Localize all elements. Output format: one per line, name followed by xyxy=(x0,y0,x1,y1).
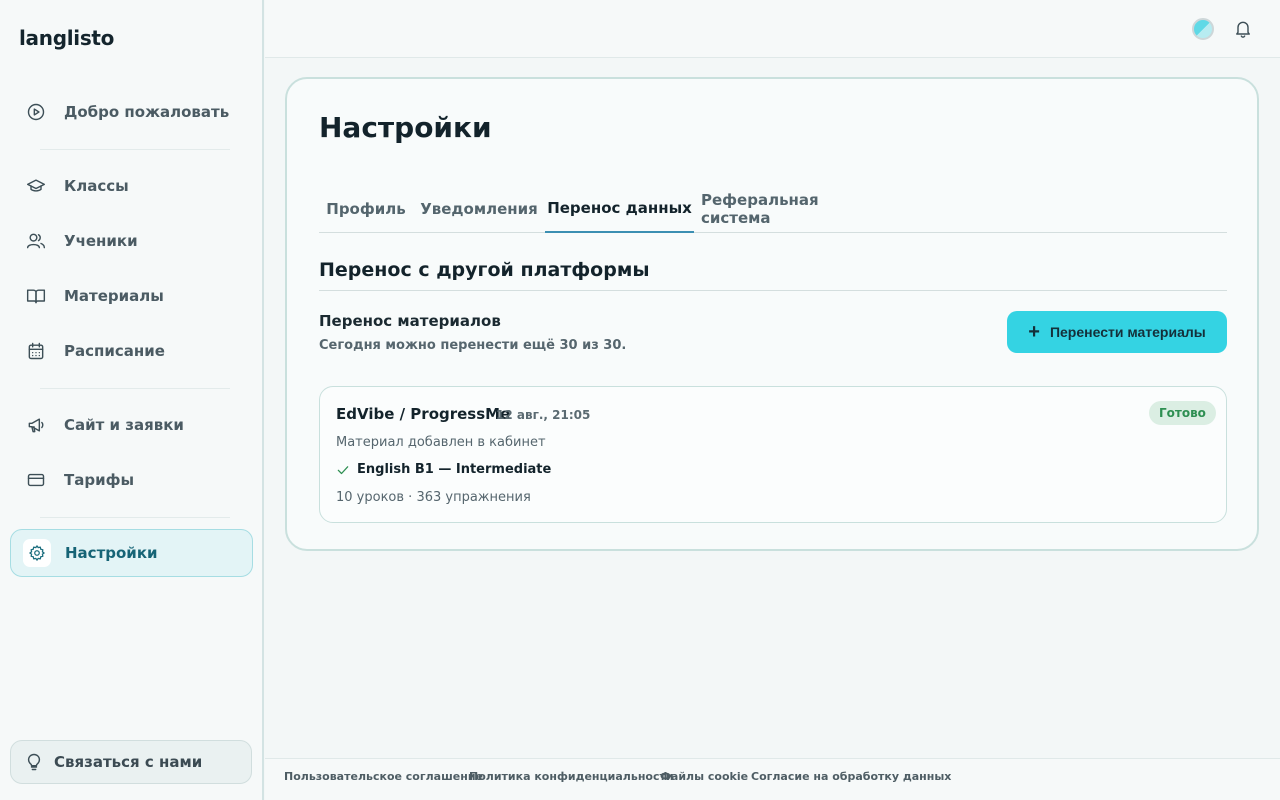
footer: Пользовательское соглашение Политика кон… xyxy=(265,758,1280,800)
contact-us-label: Связаться с нами xyxy=(54,753,203,771)
credit-card-icon xyxy=(12,470,60,490)
footer-link-cookies[interactable]: Файлы cookie xyxy=(660,770,748,783)
tab-referral[interactable]: Реферальная система xyxy=(701,185,885,233)
sidebar-item-tariffs[interactable]: Тарифы xyxy=(10,456,253,504)
sidebar-item-label: Сайт и заявки xyxy=(64,416,184,434)
lightbulb-icon xyxy=(27,753,41,771)
import-source-name: EdVibe / ProgressMe xyxy=(336,405,511,423)
import-date: 12 авг., 21:05 xyxy=(496,408,591,422)
sidebar-item-label: Расписание xyxy=(64,342,165,360)
app-logo[interactable]: langlisto xyxy=(19,26,114,50)
sidebar-item-welcome[interactable]: Добро пожаловать xyxy=(10,88,253,136)
contact-us-button[interactable]: Связаться с нами xyxy=(10,740,252,784)
avatar[interactable] xyxy=(1192,18,1214,40)
settings-tabs: Профиль Уведомления Перенос данных Рефер… xyxy=(319,185,1227,233)
settings-card: Настройки Профиль Уведомления Перенос да… xyxy=(285,77,1259,551)
sidebar-item-settings[interactable]: Настройки xyxy=(10,529,253,577)
transfer-materials-label: Перенести материалы xyxy=(1049,324,1206,340)
sidebar-item-materials[interactable]: Материалы xyxy=(10,272,253,320)
import-stats: 10 уроков · 363 упражнения xyxy=(336,490,531,505)
section-title: Перенос с другой платформы xyxy=(319,259,650,281)
sidebar: langlisto Добро пожаловать Классы Ученик… xyxy=(0,0,264,800)
plus-icon: + xyxy=(1028,321,1040,343)
sidebar-item-label: Материалы xyxy=(64,287,164,305)
top-bar xyxy=(265,0,1280,58)
tab-data-transfer[interactable]: Перенос данных xyxy=(545,185,694,233)
sidebar-item-label: Тарифы xyxy=(64,471,135,489)
sidebar-item-site[interactable]: Сайт и заявки xyxy=(10,401,253,449)
book-open-icon xyxy=(12,286,60,306)
tab-profile[interactable]: Профиль xyxy=(319,185,413,233)
transfer-title: Перенос материалов xyxy=(319,312,501,330)
import-message: Материал добавлен в кабинет xyxy=(336,435,546,450)
transfer-materials-button[interactable]: + Перенести материалы xyxy=(1007,311,1227,353)
check-icon xyxy=(337,465,349,474)
megaphone-icon xyxy=(12,415,60,435)
footer-link-user-agreement[interactable]: Пользовательское соглашение xyxy=(284,770,483,783)
status-badge: Готово xyxy=(1149,401,1216,425)
calendar-icon xyxy=(12,341,60,361)
gear-icon xyxy=(23,539,51,567)
sidebar-divider xyxy=(40,388,230,389)
play-circle-icon xyxy=(12,102,60,122)
sidebar-divider xyxy=(40,517,230,518)
sidebar-item-classes[interactable]: Классы xyxy=(10,162,253,210)
sidebar-item-label: Ученики xyxy=(64,232,138,250)
footer-link-privacy-policy[interactable]: Политика конфиденциальности xyxy=(469,770,674,783)
sidebar-item-students[interactable]: Ученики xyxy=(10,217,253,265)
sidebar-item-schedule[interactable]: Расписание xyxy=(10,327,253,375)
sidebar-item-label: Настройки xyxy=(65,544,158,562)
page-title: Настройки xyxy=(319,111,492,144)
transfer-description: Сегодня можно перенести ещё 30 из 30. xyxy=(319,338,627,353)
sidebar-item-label: Классы xyxy=(64,177,129,195)
graduation-cap-icon xyxy=(12,176,60,196)
users-icon xyxy=(12,231,60,251)
tab-notifications[interactable]: Уведомления xyxy=(418,185,540,233)
section-divider xyxy=(319,290,1227,291)
footer-link-data-consent[interactable]: Согласие на обработку данных xyxy=(751,770,951,783)
sidebar-divider xyxy=(40,149,230,150)
bell-icon[interactable] xyxy=(1233,19,1253,41)
imported-course-name: English B1 — Intermediate xyxy=(357,462,552,477)
sidebar-item-label: Добро пожаловать xyxy=(64,103,230,121)
import-item-card: EdVibe / ProgressMe 12 авг., 21:05 Готов… xyxy=(319,386,1227,523)
imported-course-row: English B1 — Intermediate xyxy=(336,462,551,477)
